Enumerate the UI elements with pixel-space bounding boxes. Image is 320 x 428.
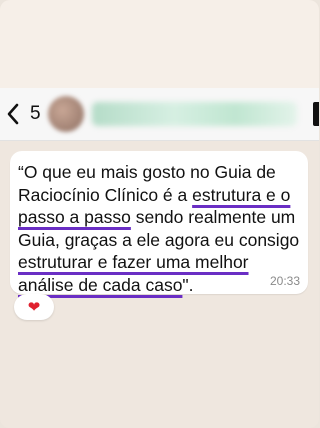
- chevron-left-icon: [7, 103, 19, 125]
- message-text: “O que eu mais gosto no Guia de Raciocín…: [18, 161, 302, 296]
- highlighted-text: estruturar e fazer uma melhor análise de…: [18, 252, 249, 295]
- chat-header: 5: [0, 88, 319, 141]
- back-button[interactable]: 5: [6, 88, 41, 140]
- message-text-part: ".: [182, 274, 194, 295]
- header-edge-icon: [313, 102, 319, 126]
- contact-avatar-blurred[interactable]: [48, 96, 84, 132]
- top-blank-area: [0, 0, 319, 88]
- message-timestamp: 20:33: [269, 274, 300, 288]
- contact-name-blurred[interactable]: [92, 102, 297, 126]
- heart-reaction[interactable]: ❤: [14, 294, 54, 320]
- screenshot-frame: 5 “O que eu mais gosto no Guia de Racioc…: [0, 0, 319, 428]
- unread-count: 5: [30, 103, 41, 124]
- chat-area: “O que eu mais gosto no Guia de Raciocín…: [0, 141, 319, 428]
- message-bubble[interactable]: “O que eu mais gosto no Guia de Raciocín…: [10, 151, 308, 296]
- heart-icon: ❤: [27, 299, 41, 316]
